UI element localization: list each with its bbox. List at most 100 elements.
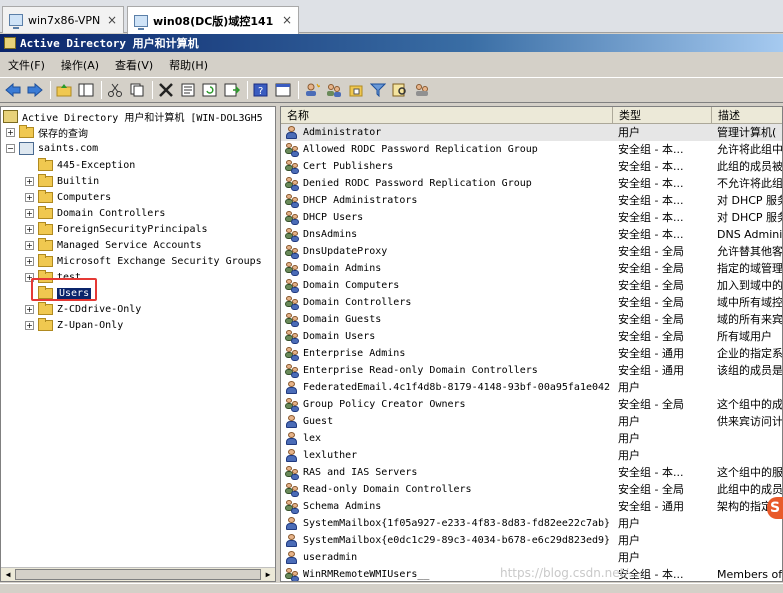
tree-item-z-cddrive-only[interactable]: + Z-CDdrive-Only [25,301,141,317]
vm-tab-label: win08(DC版)域控141 [153,14,274,28]
table-row[interactable]: DHCP Administrators 安全组 - 本... 对 DHCP 服务 [281,192,782,209]
scrollbar-thumb[interactable] [15,569,261,580]
vm-tab-win7[interactable]: win7x86-VPN × [2,6,124,33]
row-name: Group Policy Creator Owners [303,399,466,410]
table-row[interactable]: Schema Admins 安全组 - 通用 架构的指定系 [281,498,782,515]
expand-icon[interactable]: + [25,208,34,218]
delete-icon[interactable] [156,80,176,100]
table-row[interactable]: Domain Guests 安全组 - 全局 域的所有来宾 [281,311,782,328]
help-icon[interactable]: ? [251,80,271,100]
table-row[interactable]: lexluther 用户 [281,447,782,464]
filter-icon[interactable] [368,80,388,100]
table-row[interactable]: DHCP Users 安全组 - 本... 对 DHCP 服务 [281,209,782,226]
new-group-icon[interactable] [324,80,344,100]
tree-item-builtin[interactable]: + Builtin [25,173,99,189]
expand-icon[interactable]: + [6,127,15,137]
row-name: Enterprise Admins [303,348,406,359]
group-icon [285,329,300,344]
add-to-group-icon[interactable] [412,80,432,100]
tree-item-label: Managed Service Accounts [57,239,202,251]
floating-badge[interactable]: S [767,497,783,519]
table-row[interactable]: Allowed RODC Password Replication Group 安… [281,141,782,158]
table-row[interactable]: lex 用户 [281,430,782,447]
group-icon [285,142,300,157]
menu-file[interactable]: 文件(F) [0,57,53,73]
tree-item-label: saints.com [38,142,99,154]
refresh-icon[interactable] [200,80,220,100]
tree-root-label: Active Directory 用户和计算机 [WIN-DOL3GH5 [22,112,263,124]
menu-help[interactable]: 帮助(H) [161,57,216,73]
table-row[interactable]: Domain Users 安全组 - 全局 所有域用户 [281,328,782,345]
table-row[interactable]: Domain Controllers 安全组 - 全局 域中所有域控 [281,294,782,311]
horizontal-scrollbar[interactable]: ◀ ▶ [1,567,275,581]
menu-action[interactable]: 操作(A) [53,57,107,73]
table-row[interactable]: Denied RODC Password Replication Group 安全… [281,175,782,192]
table-row[interactable]: Enterprise Read-only Domain Controllers 安… [281,362,782,379]
scroll-left-icon[interactable]: ◀ [2,569,14,580]
cell-name: WinRMRemoteWMIUsers__ [285,566,429,581]
close-icon[interactable]: × [282,13,292,27]
expand-icon[interactable]: + [25,320,34,330]
tree-item-label: Z-Upan-Only [57,319,124,331]
table-row[interactable]: Domain Computers 安全组 - 全局 加入到域中的 [281,277,782,294]
column-header-type[interactable]: 类型 [613,107,712,124]
table-row[interactable]: Administrator 用户 管理计算机( [281,124,782,141]
table-row[interactable]: WinRMRemoteWMIUsers__ 安全组 - 本... Members o… [281,566,782,581]
expand-icon[interactable]: + [25,304,34,314]
column-header-description[interactable]: 描述 [712,107,782,124]
table-row[interactable]: FederatedEmail.4c1f4d8b-8179-4148-93bf-0… [281,379,782,396]
table-row[interactable]: Domain Admins 安全组 - 全局 指定的域管理 [281,260,782,277]
table-row[interactable]: DnsUpdateProxy 安全组 - 全局 允许替其他客 [281,243,782,260]
table-row[interactable]: DnsAdmins 安全组 - 本... DNS Adminis [281,226,783,243]
group-icon [285,482,300,497]
table-row[interactable]: SystemMailbox{e0dc1c29-89c3-4034-b678-e6… [281,532,782,549]
folder-icon [38,317,53,331]
tree-item-foreignsecurityprincipals[interactable]: + ForeignSecurityPrincipals [25,221,208,237]
new-ou-icon[interactable] [346,80,366,100]
table-row[interactable]: Enterprise Admins 安全组 - 通用 企业的指定系 [281,345,782,362]
console-icon[interactable] [273,80,293,100]
properties-icon[interactable] [178,80,198,100]
up-folder-icon[interactable] [54,80,74,100]
copy-icon[interactable] [127,80,147,100]
tree-item-z-upan-only[interactable]: + Z-Upan-Only [25,317,123,333]
collapse-icon[interactable]: − [6,143,15,153]
expand-icon[interactable]: + [25,256,34,266]
tree-item-saved-queries[interactable]: + 保存的查询 [6,124,88,140]
tree-item-domain-controllers[interactable]: + Domain Controllers [25,205,165,221]
cell-description: 所有域用户 [717,330,772,343]
table-row[interactable]: Group Policy Creator Owners 安全组 - 全局 这个组中的… [281,396,782,413]
table-row[interactable]: Guest 用户 供来宾访问计 [281,413,782,430]
tree-item-computers[interactable]: + Computers [25,189,111,205]
cell-description: DNS Adminis [717,228,783,241]
vm-tab-win08[interactable]: win08(DC版)域控141 × [127,6,299,34]
scroll-right-icon[interactable]: ▶ [262,569,274,580]
tree-item-445-exception[interactable]: 445-Exception [25,157,135,173]
find-icon[interactable] [390,80,410,100]
tree-item-microsoft-exchange-security-groups[interactable]: + Microsoft Exchange Security Groups [25,253,262,269]
table-row[interactable]: RAS and IAS Servers 安全组 - 本... 这个组中的服 [281,464,782,481]
table-row[interactable]: Read-only Domain Controllers 安全组 - 全局 此组中的… [281,481,782,498]
back-icon[interactable] [3,80,23,100]
column-header-name[interactable]: 名称 [281,107,613,124]
cut-icon[interactable] [105,80,125,100]
expand-icon[interactable]: + [25,240,34,250]
tree-item-domain[interactable]: − saints.com [6,140,98,156]
expand-icon[interactable]: + [25,192,34,202]
app-icon [4,37,16,49]
table-row[interactable]: useradmin 用户 [281,549,782,566]
tree-root[interactable]: Active Directory 用户和计算机 [WIN-DOL3GH5 [3,108,263,124]
new-user-icon[interactable] [302,80,322,100]
tree-item-managed-service-accounts[interactable]: + Managed Service Accounts [25,237,202,253]
show-tree-icon[interactable] [76,80,96,100]
expand-icon[interactable]: + [25,224,34,234]
forward-icon[interactable] [25,80,45,100]
export-icon[interactable] [222,80,242,100]
table-row[interactable]: Cert Publishers 安全组 - 本... 此组的成员被 [281,158,782,175]
cell-name: Denied RODC Password Replication Group [285,175,532,192]
menu-view[interactable]: 查看(V) [107,57,161,73]
close-icon[interactable]: × [107,13,117,27]
table-row[interactable]: SystemMailbox{1f05a927-e233-4f83-8d83-fd… [281,515,782,532]
cell-type: 安全组 - 本... [618,160,684,173]
expand-icon[interactable]: + [25,176,34,186]
